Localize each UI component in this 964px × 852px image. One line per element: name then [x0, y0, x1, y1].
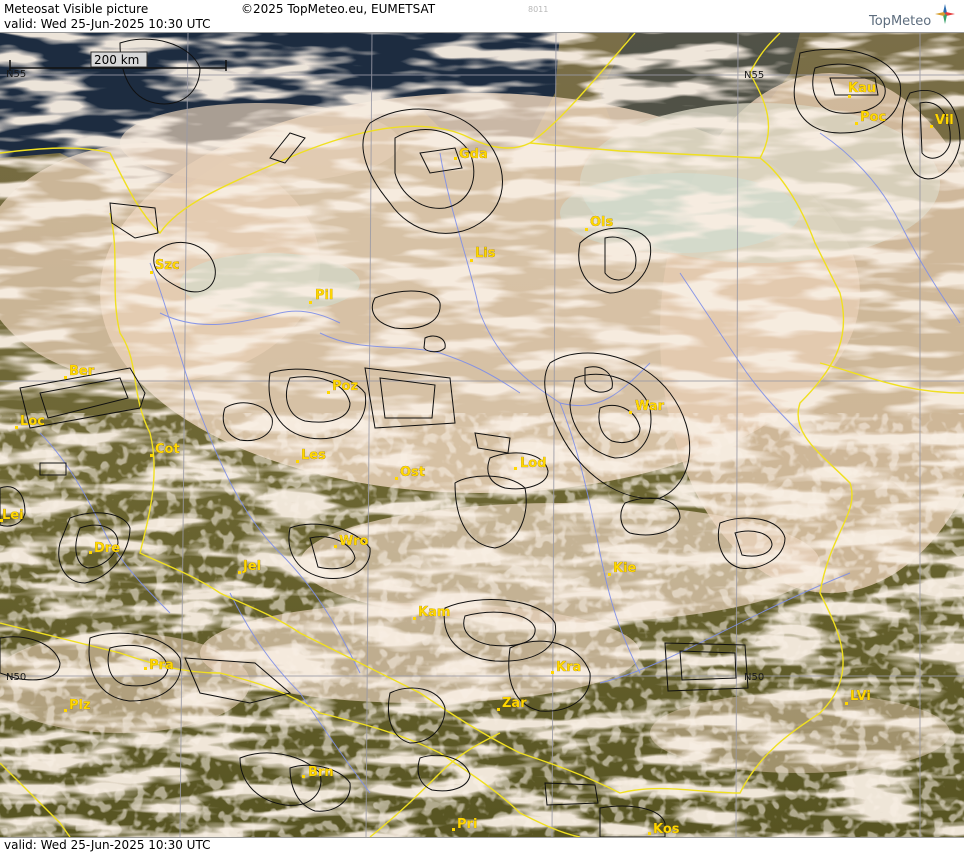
city-loc[interactable]: Loc: [15, 414, 45, 429]
city-poc[interactable]: Poc: [855, 110, 886, 125]
svg-text:Brn: Brn: [308, 765, 334, 780]
svg-text:Wro: Wro: [339, 534, 369, 549]
svg-text:Loc: Loc: [20, 414, 45, 429]
city-ost[interactable]: Ost: [395, 465, 425, 480]
city-zar[interactable]: Zar: [497, 696, 527, 711]
svg-text:Kos: Kos: [653, 822, 680, 837]
image-code: 8011: [528, 5, 549, 14]
svg-text:Kau: Kau: [848, 81, 876, 96]
svg-text:Pri: Pri: [457, 817, 477, 832]
city-szc[interactable]: Szc: [150, 258, 180, 274]
svg-text:Lod: Lod: [520, 456, 547, 471]
svg-text:Ost: Ost: [400, 465, 425, 480]
topmeteo-logo[interactable]: TopMeteo: [869, 14, 931, 29]
grid-label-n50-left: N50: [6, 672, 26, 683]
svg-text:Jel: Jel: [242, 559, 261, 574]
svg-text:Gda: Gda: [459, 147, 488, 162]
grid-label-n55-left: N55: [6, 69, 26, 80]
svg-text:LVi: LVi: [850, 689, 871, 704]
city-lei[interactable]: Lei: [0, 508, 24, 523]
svg-text:Cot: Cot: [155, 442, 180, 457]
city-ols[interactable]: Ols: [585, 215, 614, 231]
svg-text:Les: Les: [301, 448, 326, 463]
city-dre[interactable]: Dre: [89, 541, 120, 556]
city-wro[interactable]: Wro: [334, 534, 369, 549]
copyright-text: ©2025 TopMeteo.eu, EUMETSAT: [241, 2, 436, 16]
svg-text:Lei: Lei: [2, 508, 24, 523]
svg-text:Poz: Poz: [332, 379, 358, 394]
city-pra[interactable]: Pra: [144, 658, 174, 673]
city-kra[interactable]: Kra: [551, 660, 581, 675]
map-footer: valid: Wed 25-Jun-2025 10:30 UTC: [0, 837, 964, 852]
city-poz[interactable]: Poz: [327, 379, 358, 394]
svg-text:Kra: Kra: [556, 660, 581, 675]
svg-text:Szc: Szc: [155, 258, 180, 273]
map-title: Meteosat Visible picture: [4, 2, 149, 16]
svg-text:Pil: Pil: [315, 288, 333, 303]
grid-label-n55-mid: N55: [744, 70, 764, 81]
city-gda[interactable]: Gda: [454, 147, 488, 162]
svg-text:War: War: [635, 399, 665, 414]
scale-bar-label: 200 km: [94, 53, 139, 67]
city-cot[interactable]: Cot: [150, 442, 180, 457]
svg-text:Vil: Vil: [935, 113, 954, 128]
city-war[interactable]: War: [629, 399, 665, 414]
compass-logo-icon: [935, 4, 955, 24]
grid-label-n50-mid: N50: [744, 672, 764, 683]
city-kam[interactable]: Kam: [413, 605, 451, 620]
city-kie[interactable]: Kie: [608, 561, 637, 576]
svg-text:Kie: Kie: [613, 561, 637, 576]
city-kos[interactable]: Kos: [648, 822, 680, 837]
svg-text:Poc: Poc: [860, 110, 886, 125]
valid-time: valid: Wed 25-Jun-2025 10:30 UTC: [4, 17, 211, 31]
svg-text:Dre: Dre: [94, 541, 120, 556]
city-ber[interactable]: Ber: [64, 364, 95, 379]
svg-text:Ols: Ols: [590, 215, 614, 230]
svg-text:Pra: Pra: [149, 658, 174, 673]
footer-valid-time: valid: Wed 25-Jun-2025 10:30 UTC: [4, 838, 211, 852]
map-header: Meteosat Visible picture valid: Wed 25-J…: [0, 0, 964, 33]
city-les[interactable]: Les: [296, 448, 326, 463]
svg-text:Plz: Plz: [69, 698, 91, 713]
city-kau[interactable]: Kau: [848, 81, 876, 98]
svg-text:Lis: Lis: [475, 246, 496, 261]
svg-text:Ber: Ber: [69, 364, 95, 379]
satellite-map[interactable]: N55 N55 N50 N50 200 km Gda Kau Poc Vil O…: [0, 33, 964, 837]
svg-text:Kam: Kam: [418, 605, 450, 620]
svg-text:Zar: Zar: [502, 696, 527, 711]
